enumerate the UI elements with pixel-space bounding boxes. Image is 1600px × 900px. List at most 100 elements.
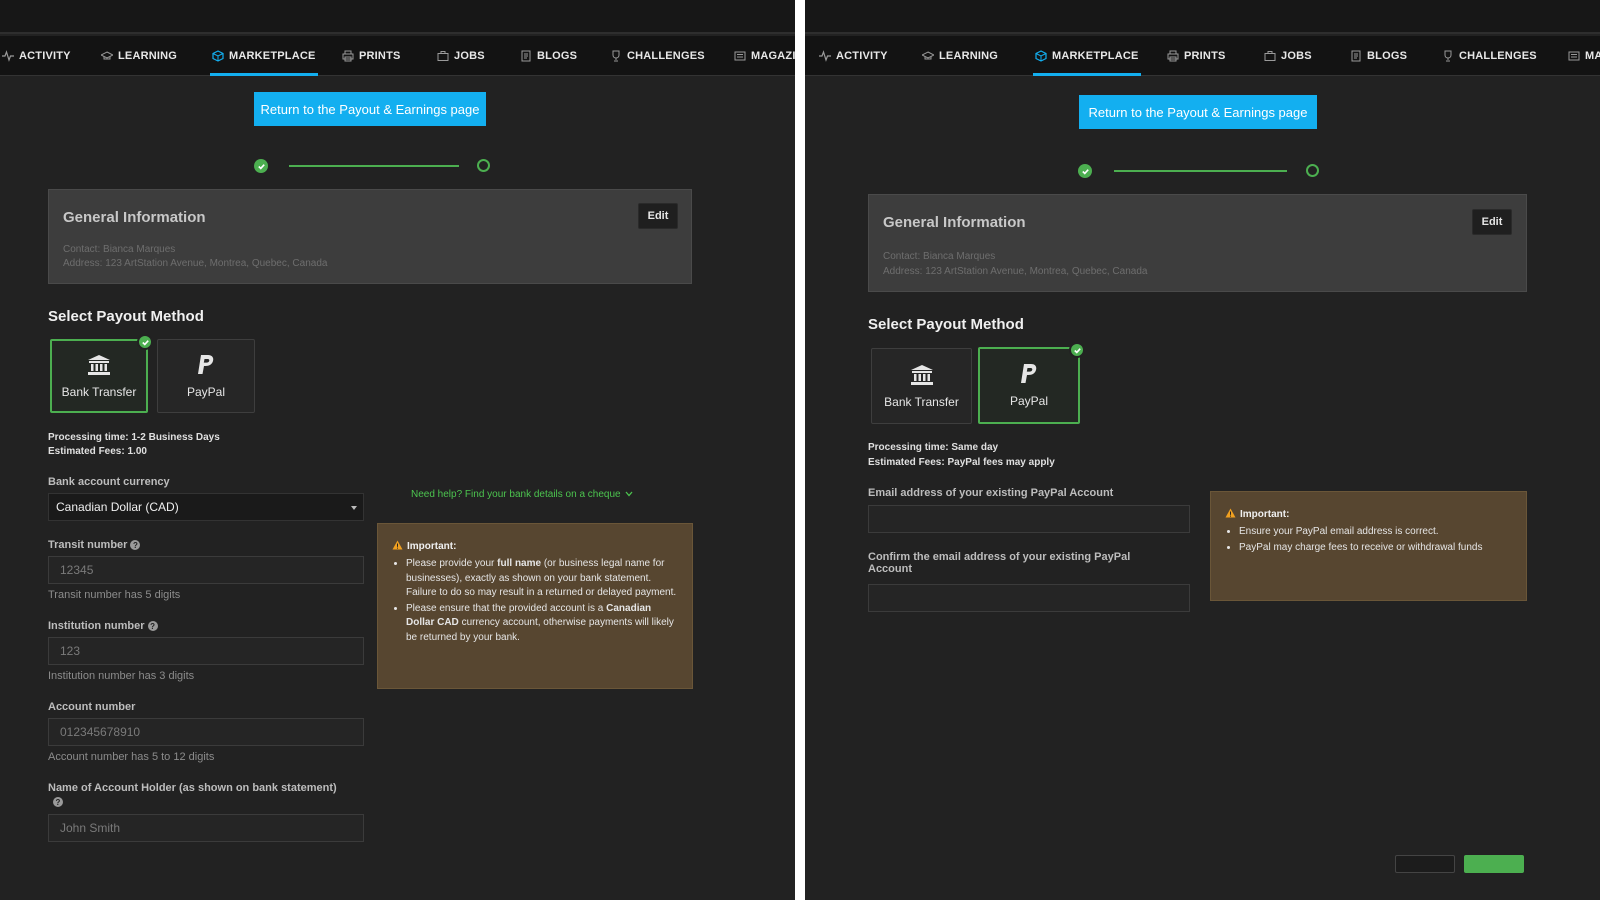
institution-number-label: Institution number?	[48, 620, 158, 632]
transit-number-label: Transit number?	[48, 539, 141, 551]
transit-number-input[interactable]	[48, 556, 364, 584]
account-number-label: Account number	[48, 701, 136, 713]
paypal-email-input[interactable]	[868, 505, 1190, 533]
top-bar	[0, 0, 795, 34]
processing-time-value: Same day	[951, 442, 999, 453]
nav-label: PRINTS	[359, 50, 401, 62]
confirm-email-input[interactable]	[868, 584, 1190, 612]
contact-label: Contact:	[63, 244, 101, 255]
magazine-icon	[734, 50, 746, 62]
transit-number-hint: Transit number has 5 digits	[48, 589, 181, 601]
address-label: Address:	[883, 266, 923, 277]
nav-label: ACTIVITY	[836, 50, 888, 62]
important-title: Important:	[1225, 508, 1289, 521]
nav-item-marketplace[interactable]: MARKETPLACE	[210, 36, 318, 76]
confirm-email-label-line2: Account	[868, 563, 912, 575]
paypal-screen: ACTIVITY LEARNING MARKETPLACE PRINTS JOB…	[805, 0, 1600, 900]
currency-select[interactable]: Canadian Dollar (CAD)	[48, 493, 364, 521]
cube-icon	[212, 50, 224, 62]
nav-item-magazine[interactable]: MAGAZINE	[734, 36, 795, 76]
address-value: 123 ArtStation Avenue, Montrea, Quebec, …	[925, 266, 1148, 277]
address-line: Address: 123 ArtStation Avenue, Montrea,…	[63, 258, 327, 269]
nav-item-marketplace[interactable]: MARKETPLACE	[1033, 36, 1141, 76]
paypal-option[interactable]: PayPal	[978, 342, 1085, 424]
institution-number-input[interactable]	[48, 637, 364, 665]
warning-icon	[392, 540, 403, 553]
nav-item-challenges[interactable]: CHALLENGES	[610, 36, 705, 76]
bank-icon	[910, 364, 934, 389]
institution-number-label-text: Institution number	[48, 620, 145, 632]
trophy-icon	[610, 50, 622, 62]
return-to-payout-button[interactable]: Return to the Payout & Earnings page	[1079, 95, 1317, 129]
paypal-option[interactable]: PayPal	[157, 339, 255, 413]
nav-item-magazine[interactable]: MAGAZINE	[1568, 36, 1600, 76]
paypal-icon	[1019, 363, 1039, 388]
processing-time-label: Processing time:	[868, 442, 949, 453]
question-icon[interactable]: ?	[147, 621, 158, 632]
account-number-hint: Account number has 5 to 12 digits	[48, 751, 215, 763]
address-line: Address: 123 ArtStation Avenue, Montrea,…	[883, 266, 1147, 277]
nav-item-jobs[interactable]: JOBS	[437, 36, 485, 76]
main-nav: ACTIVITY LEARNING MARKETPLACE PRINTS JOB…	[0, 36, 795, 76]
nav-label: MARKETPLACE	[1052, 50, 1139, 62]
nav-item-challenges[interactable]: CHALLENGES	[1442, 36, 1537, 76]
select-payout-method-title: Select Payout Method	[868, 316, 1024, 333]
stepper-progress-line	[289, 165, 459, 167]
contact-value: Bianca Marques	[923, 251, 996, 262]
important-title-text: Important:	[1240, 509, 1290, 520]
nav-label: MARKETPLACE	[229, 50, 316, 62]
nav-item-blogs[interactable]: BLOGS	[1350, 36, 1407, 76]
nav-label: CHALLENGES	[1459, 50, 1537, 62]
general-information-title: General Information	[63, 209, 206, 226]
back-button[interactable]	[1395, 855, 1455, 873]
transit-number-label-text: Transit number	[48, 539, 128, 551]
processing-time-label: Processing time:	[48, 432, 129, 443]
warning-icon	[1225, 508, 1236, 521]
nav-item-activity[interactable]: ACTIVITY	[819, 36, 888, 76]
nav-item-prints[interactable]: PRINTS	[342, 36, 401, 76]
trophy-icon	[1442, 50, 1454, 62]
bank-icon	[87, 354, 111, 379]
nav-item-learning[interactable]: LEARNING	[101, 36, 177, 76]
paypal-email-label: Email address of your existing PayPal Ac…	[868, 487, 1114, 499]
important-item-currency: Please ensure that the provided account …	[406, 602, 680, 646]
edit-button[interactable]: Edit	[638, 203, 678, 229]
important-list: Ensure your PayPal email address is corr…	[1239, 525, 1514, 556]
contact-label: Contact:	[883, 251, 921, 262]
important-emphasis: full name	[497, 558, 542, 569]
estimated-fees: Estimated Fees: 1.00	[48, 446, 147, 457]
account-holder-input[interactable]	[48, 814, 364, 842]
general-information-card: General Information Edit Contact: Bianca…	[868, 194, 1527, 292]
nav-item-jobs[interactable]: JOBS	[1264, 36, 1312, 76]
paypal-label: PayPal	[186, 384, 226, 399]
institution-number-hint: Institution number has 3 digits	[48, 670, 195, 682]
printer-icon	[1167, 50, 1179, 62]
nav-label: LEARNING	[118, 50, 178, 62]
nav-item-learning[interactable]: LEARNING	[922, 36, 998, 76]
important-notice: Important: Ensure your PayPal email addr…	[1210, 491, 1527, 601]
return-to-payout-button[interactable]: Return to the Payout & Earnings page	[254, 92, 486, 126]
bank-transfer-option[interactable]: Bank Transfer	[871, 348, 972, 424]
nav-label: BLOGS	[537, 50, 578, 62]
address-value: 123 ArtStation Avenue, Montrea, Quebec, …	[105, 258, 328, 269]
estimated-fees: Estimated Fees: PayPal fees may apply	[868, 457, 1055, 468]
add-button[interactable]	[1464, 855, 1524, 873]
edit-button[interactable]: Edit	[1472, 209, 1512, 235]
estimated-fees-value: PayPal fees may apply	[947, 457, 1055, 468]
paypal-icon	[196, 354, 216, 379]
nav-item-prints[interactable]: PRINTS	[1167, 36, 1226, 76]
bank-transfer-option[interactable]: Bank Transfer	[50, 334, 153, 413]
printer-icon	[342, 50, 354, 62]
bank-details-help-link[interactable]: Need help? Find your bank details on a c…	[411, 489, 633, 500]
nav-item-activity[interactable]: ACTIVITY	[2, 36, 71, 76]
question-icon[interactable]: ?	[130, 540, 141, 551]
currency-value: Canadian Dollar (CAD)	[56, 500, 179, 514]
estimated-fees-label: Estimated Fees:	[868, 457, 945, 468]
help-link-label: Need help? Find your bank details on a c…	[411, 489, 621, 500]
select-payout-method-title: Select Payout Method	[48, 308, 204, 325]
question-icon[interactable]: ?	[53, 797, 63, 807]
nav-item-blogs[interactable]: BLOGS	[520, 36, 577, 76]
main-nav: ACTIVITY LEARNING MARKETPLACE PRINTS JOB…	[805, 36, 1600, 76]
account-number-input[interactable]	[48, 718, 364, 746]
graduation-cap-icon	[922, 50, 934, 62]
